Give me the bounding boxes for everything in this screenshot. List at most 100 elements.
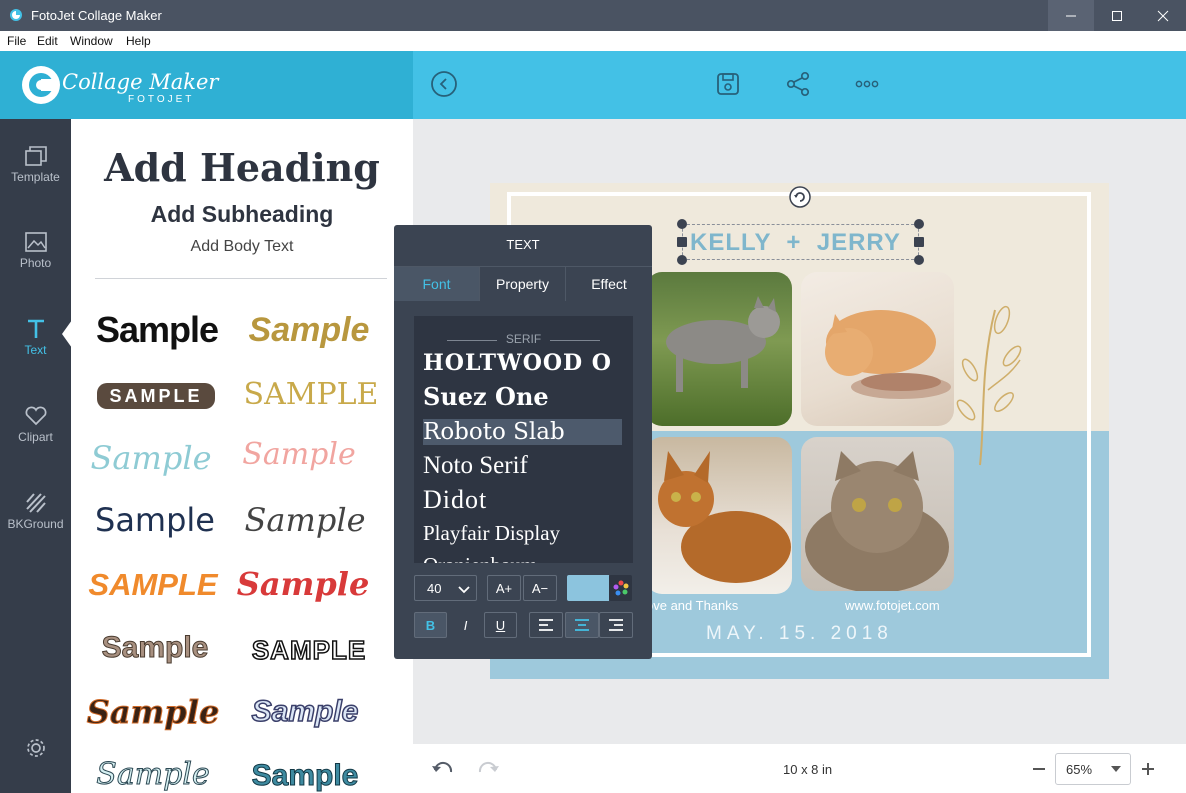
add-subheading[interactable]: Add Subheading: [71, 201, 413, 228]
menu-edit[interactable]: Edit: [37, 34, 58, 48]
underline-button[interactable]: U: [484, 612, 517, 638]
rotate-icon[interactable]: [789, 186, 811, 208]
text-sample[interactable]: SAMPLE: [241, 377, 381, 412]
canvas-size-label: 10 x 8 in: [783, 762, 833, 777]
zoom-select[interactable]: 65%: [1055, 753, 1131, 785]
palette-icon: [613, 580, 628, 596]
font-size-value: 40: [427, 580, 442, 596]
font-option[interactable]: Playfair Display: [423, 521, 622, 546]
text-icon: [27, 319, 44, 338]
sidebar-label-background: BKGround: [7, 517, 64, 531]
title-bar: FotoJet Collage Maker: [0, 0, 1186, 31]
text-sample[interactable]: Sample: [239, 311, 379, 350]
font-option-selected[interactable]: Roboto Slab: [423, 419, 622, 445]
settings-icon[interactable]: [25, 737, 47, 759]
chevron-down-icon: [1111, 766, 1121, 772]
bold-button[interactable]: B: [414, 612, 447, 638]
text-sample[interactable]: Sample: [229, 437, 369, 472]
text-sample[interactable]: Sample: [85, 631, 225, 665]
photo-cat-3[interactable]: [646, 437, 792, 594]
share-icon[interactable]: [785, 71, 811, 97]
resize-handle[interactable]: [914, 255, 924, 265]
font-size-select[interactable]: 40: [414, 575, 477, 601]
align-left-button[interactable]: [529, 612, 563, 638]
save-icon[interactable]: [715, 71, 741, 97]
logo-icon: [22, 66, 60, 104]
sidebar-item-text[interactable]: Text: [0, 318, 71, 357]
headline-text[interactable]: KELLY + JERRY: [690, 229, 901, 257]
sidebar-item-clipart[interactable]: Clipart: [0, 405, 71, 444]
text-sample[interactable]: SAMPLE: [97, 383, 215, 409]
text-sample[interactable]: Sample: [81, 439, 221, 477]
text-sample[interactable]: Sample: [235, 501, 375, 539]
text-panel: Add Heading Add Subheading Add Body Text…: [71, 119, 413, 793]
align-right-icon: [609, 619, 623, 631]
resize-handle[interactable]: [677, 219, 687, 229]
text-sample[interactable]: Sample: [233, 565, 373, 603]
increase-size-button[interactable]: A+: [487, 575, 521, 601]
text-sample[interactable]: Sample: [85, 501, 225, 539]
menu-window[interactable]: Window: [70, 34, 113, 48]
menu-bar: File Edit Window Help: [0, 31, 1186, 51]
align-center-icon: [575, 619, 589, 631]
back-icon[interactable]: [431, 71, 457, 97]
add-heading[interactable]: Add Heading: [71, 145, 413, 190]
menu-file[interactable]: File: [7, 34, 26, 48]
decrease-size-button[interactable]: A−: [523, 575, 557, 601]
font-option[interactable]: HOLTWOOD O: [423, 350, 622, 376]
sidebar-label-clipart: Clipart: [18, 430, 53, 444]
resize-handle[interactable]: [677, 255, 687, 265]
minimize-button[interactable]: [1048, 0, 1094, 31]
tab-effect[interactable]: Effect: [566, 266, 652, 301]
photo-cat-4[interactable]: [801, 437, 954, 591]
text-sample[interactable]: Sample: [87, 309, 227, 351]
chevron-down-icon: [458, 586, 470, 594]
resize-handle[interactable]: [677, 237, 687, 247]
heart-icon: [25, 406, 46, 426]
align-center-button[interactable]: [565, 612, 599, 638]
zoom-value: 65%: [1066, 762, 1093, 777]
font-option[interactable]: Suez One: [423, 382, 622, 411]
maximize-button[interactable]: [1094, 0, 1140, 31]
sidebar-item-template[interactable]: Template: [0, 145, 71, 184]
date-text[interactable]: MAY. 15. 2018: [706, 623, 893, 645]
align-right-button[interactable]: [599, 612, 633, 638]
undo-icon[interactable]: [431, 760, 453, 778]
text-sample[interactable]: Sample: [83, 693, 223, 732]
italic-button[interactable]: I: [449, 612, 482, 638]
photo-cat-1[interactable]: [646, 272, 792, 426]
zoom-in-icon[interactable]: [1141, 762, 1155, 776]
color-swatch[interactable]: [567, 575, 609, 601]
close-button[interactable]: [1140, 0, 1186, 31]
logo-text: Collage Maker: [62, 70, 219, 94]
sidebar-label-template: Template: [11, 170, 60, 184]
menu-help[interactable]: Help: [126, 34, 151, 48]
align-left-icon: [539, 619, 553, 631]
text-sample[interactable]: SAMPLE: [83, 567, 223, 603]
background-icon: [25, 493, 46, 513]
resize-handle[interactable]: [914, 219, 924, 229]
photo-cat-2[interactable]: [801, 272, 954, 426]
sidebar-item-background[interactable]: BKGround: [0, 492, 71, 531]
template-icon: [24, 146, 47, 166]
font-option[interactable]: Oranienbaum: [423, 553, 622, 563]
text-sample[interactable]: Sample: [235, 694, 375, 729]
font-option[interactable]: Didot: [423, 485, 622, 515]
divider: [95, 278, 387, 279]
sidebar-item-photo[interactable]: Photo: [0, 231, 71, 270]
color-picker-button[interactable]: [609, 575, 632, 601]
text-sample[interactable]: Sample: [83, 757, 223, 793]
caption-left[interactable]: ove and Thanks: [646, 598, 738, 613]
caption-right[interactable]: www.fotojet.com: [845, 598, 940, 613]
font-category: SERIF: [414, 332, 633, 346]
text-sample[interactable]: SAMPLE: [239, 634, 379, 666]
resize-handle[interactable]: [914, 237, 924, 247]
zoom-out-icon[interactable]: [1032, 764, 1046, 774]
text-sample[interactable]: Sample: [235, 759, 375, 793]
more-icon[interactable]: [854, 71, 880, 97]
tab-font[interactable]: Font: [394, 266, 480, 301]
redo-icon[interactable]: [478, 760, 500, 778]
font-option[interactable]: Noto Serif: [423, 452, 622, 480]
tab-property[interactable]: Property: [480, 266, 566, 301]
add-body-text[interactable]: Add Body Text: [71, 238, 413, 256]
